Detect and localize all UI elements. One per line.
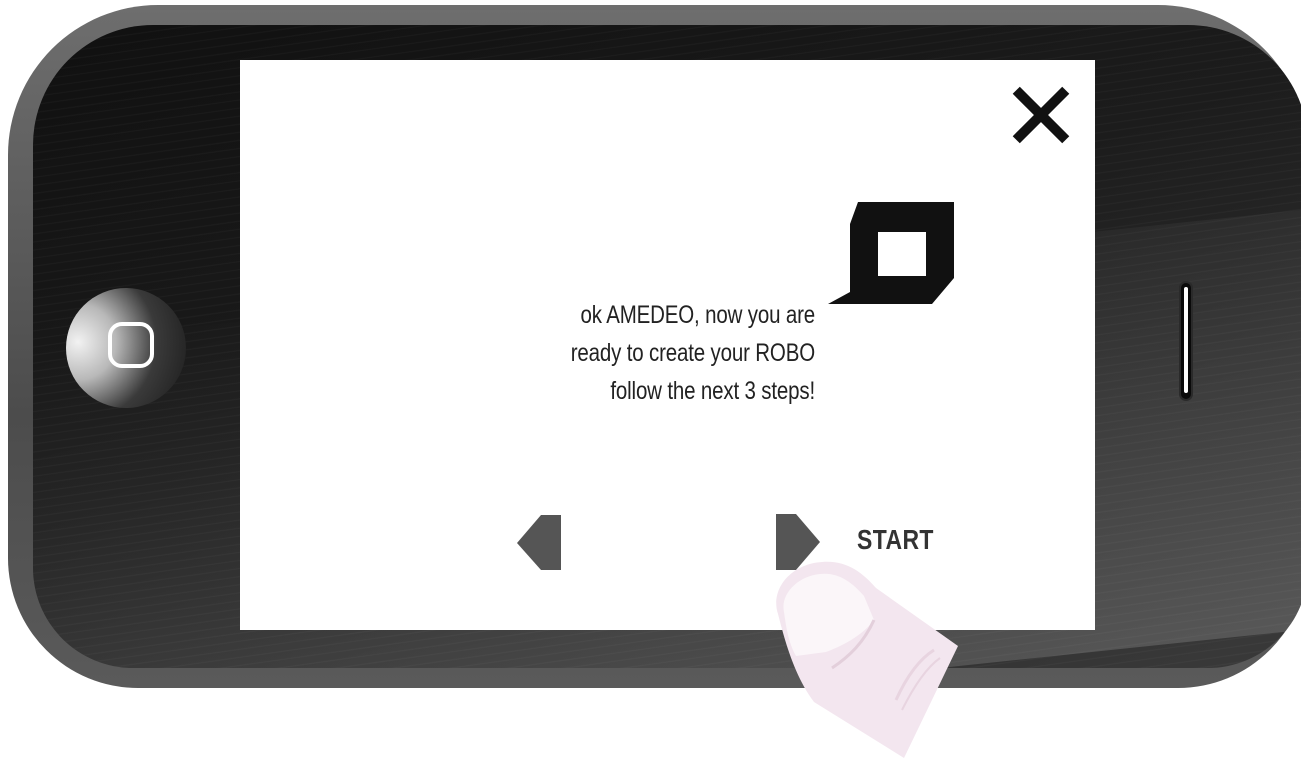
message-line-3: follow the next 3 steps! bbox=[610, 377, 815, 405]
start-button[interactable]: START bbox=[857, 524, 934, 556]
arrow-right-icon[interactable] bbox=[776, 514, 820, 570]
message-line-1: ok AMEDEO, now you are bbox=[580, 301, 815, 329]
arrow-left-icon[interactable] bbox=[517, 515, 561, 570]
close-icon[interactable] bbox=[1012, 86, 1070, 144]
welcome-message: ok AMEDEO, now you are ready to create y… bbox=[516, 296, 815, 410]
home-button-icon[interactable] bbox=[108, 322, 154, 368]
message-line-2: ready to create your ROBO bbox=[570, 339, 815, 367]
robo-logo bbox=[828, 202, 954, 304]
speaker-slot bbox=[1179, 281, 1193, 401]
